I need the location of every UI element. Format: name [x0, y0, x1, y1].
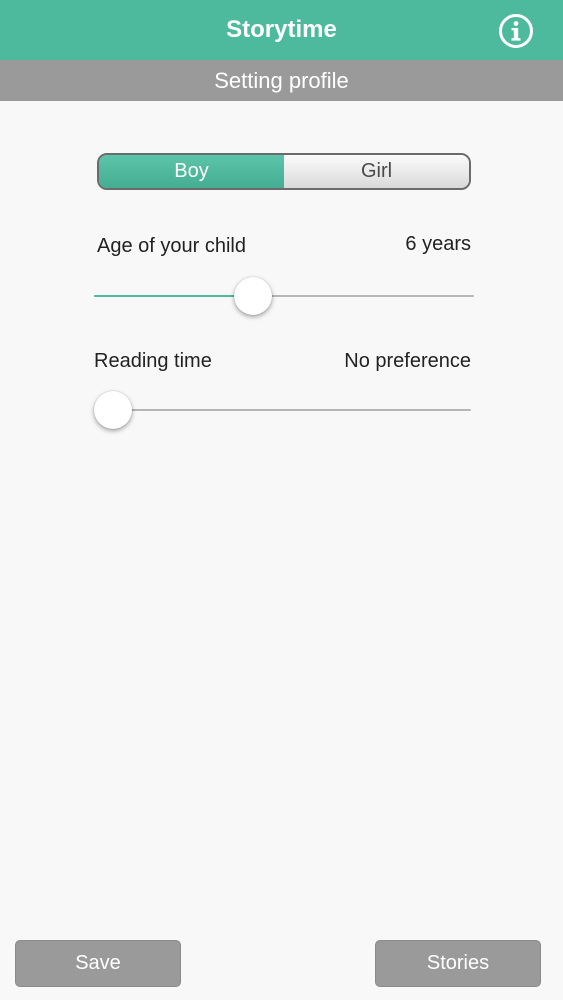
gender-segmented-control: Boy Girl [97, 153, 471, 190]
reading-time-label: Reading time [94, 350, 212, 372]
info-icon [499, 14, 533, 48]
info-button[interactable] [498, 13, 534, 49]
age-slider-thumb[interactable] [234, 277, 273, 315]
age-value: 6 years [405, 233, 471, 255]
page-title: Setting profile [214, 67, 349, 93]
age-slider[interactable] [94, 276, 474, 316]
save-button[interactable]: Save [15, 940, 181, 987]
reading-time-slider-thumb[interactable] [94, 391, 132, 429]
app-title: Storytime [226, 16, 337, 43]
header-bar: Storytime [0, 0, 563, 60]
age-slider-fill [94, 295, 254, 297]
reading-time-slider[interactable] [94, 390, 471, 430]
reading-time-value: No preference [344, 350, 471, 372]
age-label: Age of your child [97, 235, 246, 257]
girl-segment[interactable]: Girl [284, 155, 469, 188]
reading-time-slider-track [94, 409, 471, 411]
subheader-bar: Setting profile [0, 60, 563, 101]
boy-segment[interactable]: Boy [99, 155, 284, 188]
stories-button[interactable]: Stories [375, 940, 541, 987]
